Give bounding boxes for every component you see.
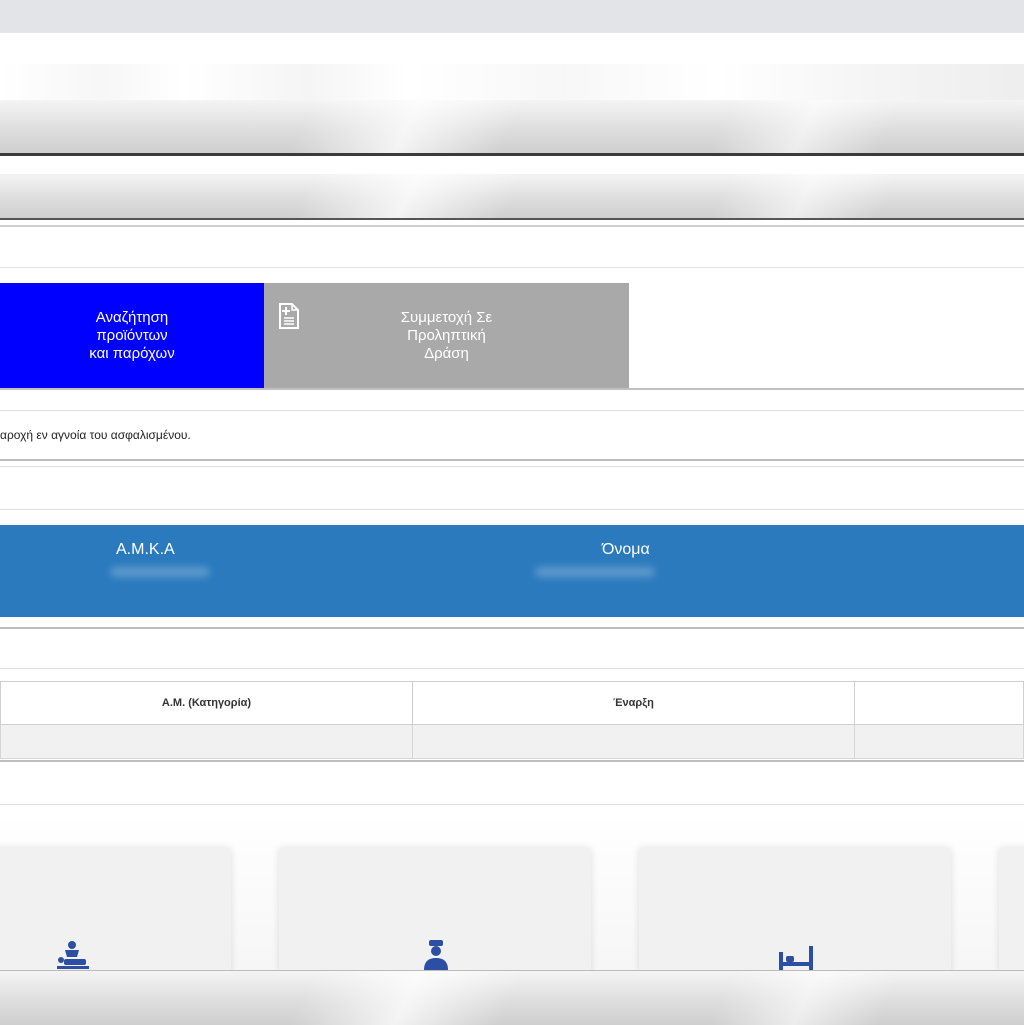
divider <box>0 509 1024 510</box>
footer-banner <box>0 970 1024 1025</box>
subheader-banner <box>0 174 1024 220</box>
nurse-icon <box>424 940 448 970</box>
tile-search-products-providers[interactable]: Αναζήτηση προϊόντων και παρόχων <box>0 283 264 389</box>
tile-label: Συμμετοχή Σε Προληπτική Δράση <box>400 309 493 362</box>
service-card-hospital-bed[interactable] <box>639 848 951 973</box>
massage-therapy-icon <box>57 941 89 969</box>
hospital-bed-icon <box>779 946 813 972</box>
amka-label: Α.Μ.Κ.Α <box>116 541 175 558</box>
column-header-start: Έναρξη <box>412 681 855 725</box>
header-banner <box>0 100 1024 156</box>
divider <box>0 410 1024 411</box>
table-cell <box>412 724 855 759</box>
column-header-extra <box>854 681 1024 725</box>
divider <box>0 459 1024 461</box>
divider <box>0 466 1024 467</box>
table-header-row: Α.Μ. (Κατηγορία) Έναρξη <box>0 681 1024 725</box>
divider <box>0 388 1024 390</box>
tile-preventive-action[interactable]: Συμμετοχή Σε Προληπτική Δράση <box>264 283 629 389</box>
browser-top-bar <box>0 0 1024 33</box>
document-plus-icon <box>279 303 299 329</box>
insured-info-panel: Α.Μ.Κ.Α Όνομα <box>0 525 1024 617</box>
name-value-redacted <box>535 567 655 577</box>
amka-value-redacted <box>110 567 210 577</box>
insurance-table: Α.Μ. (Κατηγορία) Έναρξη <box>0 681 1024 759</box>
table-cell <box>854 724 1024 759</box>
divider <box>0 760 1024 762</box>
divider <box>0 627 1024 629</box>
notice-text: αροχή εν αγνοία του ασφαλισμένου. <box>0 428 191 442</box>
service-card-nurse[interactable] <box>279 848 591 973</box>
divider <box>0 668 1024 669</box>
divider <box>0 267 1024 268</box>
divider <box>0 225 1024 227</box>
blurred-header-strip <box>0 64 1024 100</box>
name-label: Όνομα <box>602 541 650 558</box>
divider <box>0 804 1024 805</box>
table-cell <box>0 724 413 759</box>
tiles-empty-area <box>629 283 1024 389</box>
column-header-am-category: Α.Μ. (Κατηγορία) <box>0 681 413 725</box>
service-card-massage[interactable] <box>0 848 231 973</box>
tile-label: Αναζήτηση προϊόντων και παρόχων <box>89 309 175 362</box>
table-row <box>0 724 1024 759</box>
service-card-partial[interactable] <box>999 848 1024 973</box>
